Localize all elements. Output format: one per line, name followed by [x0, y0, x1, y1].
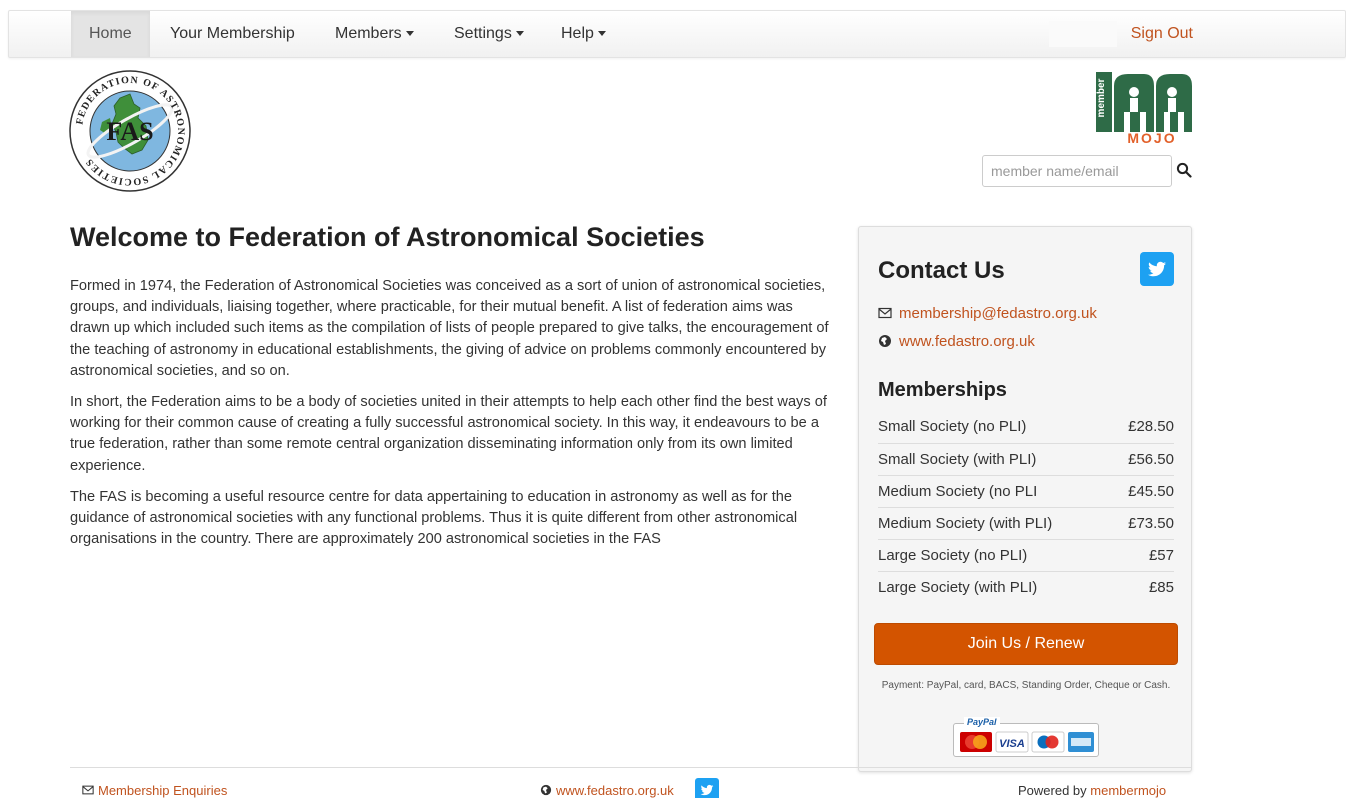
membership-row: Small Society (no PLI) £28.50 [878, 411, 1174, 443]
membership-row: Large Society (no PLI) £57 [878, 539, 1174, 571]
intro-text: Formed in 1974, the Federation of Astron… [70, 276, 830, 560]
chevron-down-icon [405, 31, 414, 37]
membership-row: Large Society (with PLI) £85 [878, 571, 1174, 603]
membership-name: Small Society (no PLI) [878, 418, 1027, 435]
membership-name: Medium Society (no PLI [878, 483, 1038, 500]
intro-paragraph: In short, the Federation aims to be a bo… [70, 394, 827, 474]
membership-name: Small Society (with PLI) [878, 451, 1037, 468]
memberships-title: Memberships [878, 379, 1007, 401]
globe-icon [540, 784, 552, 796]
contact-email-link[interactable]: membership@fedastro.org.uk [878, 305, 1097, 322]
footer-website: www.fedastro.org.uk [556, 783, 674, 798]
paypal-label: PayPal [964, 717, 1000, 727]
footer-divider [70, 767, 1192, 768]
footer-powered-by: Powered by membermojo [1018, 783, 1166, 798]
chevron-down-icon [515, 31, 524, 37]
top-navbar: Home Your Membership Members Settings He… [8, 10, 1346, 58]
contact-panel: Contact Us membership@fedastro.org.uk ww… [858, 226, 1192, 772]
envelope-icon [878, 307, 892, 319]
nav-help[interactable]: Help [543, 11, 624, 57]
contact-title: Contact Us [878, 257, 1005, 284]
footer-enquiries: Membership Enquiries [98, 783, 228, 798]
membermojo-vertical-text: member [1096, 78, 1107, 117]
envelope-icon [82, 785, 94, 795]
fas-logo[interactable]: FAS FEDERATION OF ASTRONOMICAL SOCIETIES [68, 70, 192, 192]
membermojo-mojo-text: MOJO [1127, 130, 1176, 144]
membership-price: £28.50 [1128, 418, 1174, 435]
membermojo-logo[interactable]: member MOJO [1096, 72, 1192, 146]
fas-logo-text: FAS [106, 117, 153, 146]
membership-price: £57 [1148, 547, 1174, 564]
membership-name: Large Society (with PLI) [878, 579, 1038, 596]
search-icon[interactable] [1176, 162, 1192, 178]
footer-website-link[interactable]: www.fedastro.org.uk [540, 783, 674, 798]
contact-email: membership@fedastro.org.uk [899, 305, 1097, 322]
membership-price: £73.50 [1128, 515, 1174, 532]
join-renew-button[interactable]: Join Us / Renew [874, 623, 1178, 665]
memberships-table: Small Society (no PLI) £28.50 Small Socie… [878, 411, 1174, 603]
membership-row: Medium Society (with PLI) £73.50 [878, 507, 1174, 539]
payment-note: Payment: PayPal, card, BACS, Standing Or… [881, 680, 1171, 691]
payment-cards-icon: VISA [960, 731, 1094, 753]
member-search-input[interactable] [982, 155, 1172, 187]
membership-name: Large Society (no PLI) [878, 547, 1028, 564]
nav-settings[interactable]: Settings [436, 11, 542, 57]
sign-out-link[interactable]: Sign Out [1131, 11, 1193, 57]
membership-price: £45.50 [1128, 483, 1174, 500]
nav-home[interactable]: Home [71, 11, 150, 57]
chevron-down-icon [597, 31, 606, 37]
membership-price: £85 [1148, 579, 1174, 596]
contact-website-link[interactable]: www.fedastro.org.uk [878, 333, 1035, 350]
intro-paragraph: The FAS is becoming a useful resource ce… [70, 488, 798, 548]
membership-name: Medium Society (with PLI) [878, 515, 1053, 532]
contact-website: www.fedastro.org.uk [899, 333, 1035, 350]
paypal-cards-badge: PayPal VISA [953, 717, 1099, 757]
nav-help-label: Help [561, 25, 594, 42]
intro-paragraph: Formed in 1974, the Federation of Astron… [70, 278, 829, 379]
powered-by-prefix: Powered by [1018, 783, 1091, 798]
membermojo-link[interactable]: membermojo [1090, 783, 1166, 798]
page-title: Welcome to Federation of Astronomical So… [70, 222, 705, 252]
footer-enquiries-link[interactable]: Membership Enquiries [82, 783, 227, 798]
visa-text: VISA [999, 738, 1025, 750]
user-name-placeholder [1049, 21, 1117, 47]
membership-row: Medium Society (no PLI £45.50 [878, 475, 1174, 507]
nav-settings-label: Settings [454, 25, 512, 42]
nav-members-label: Members [335, 25, 402, 42]
membership-row: Small Society (with PLI) £56.50 [878, 443, 1174, 475]
membership-price: £56.50 [1128, 451, 1174, 468]
twitter-icon[interactable] [695, 778, 719, 798]
twitter-icon[interactable] [1140, 252, 1174, 286]
globe-icon [879, 335, 891, 347]
nav-your-membership[interactable]: Your Membership [152, 11, 313, 57]
nav-members[interactable]: Members [317, 11, 432, 57]
